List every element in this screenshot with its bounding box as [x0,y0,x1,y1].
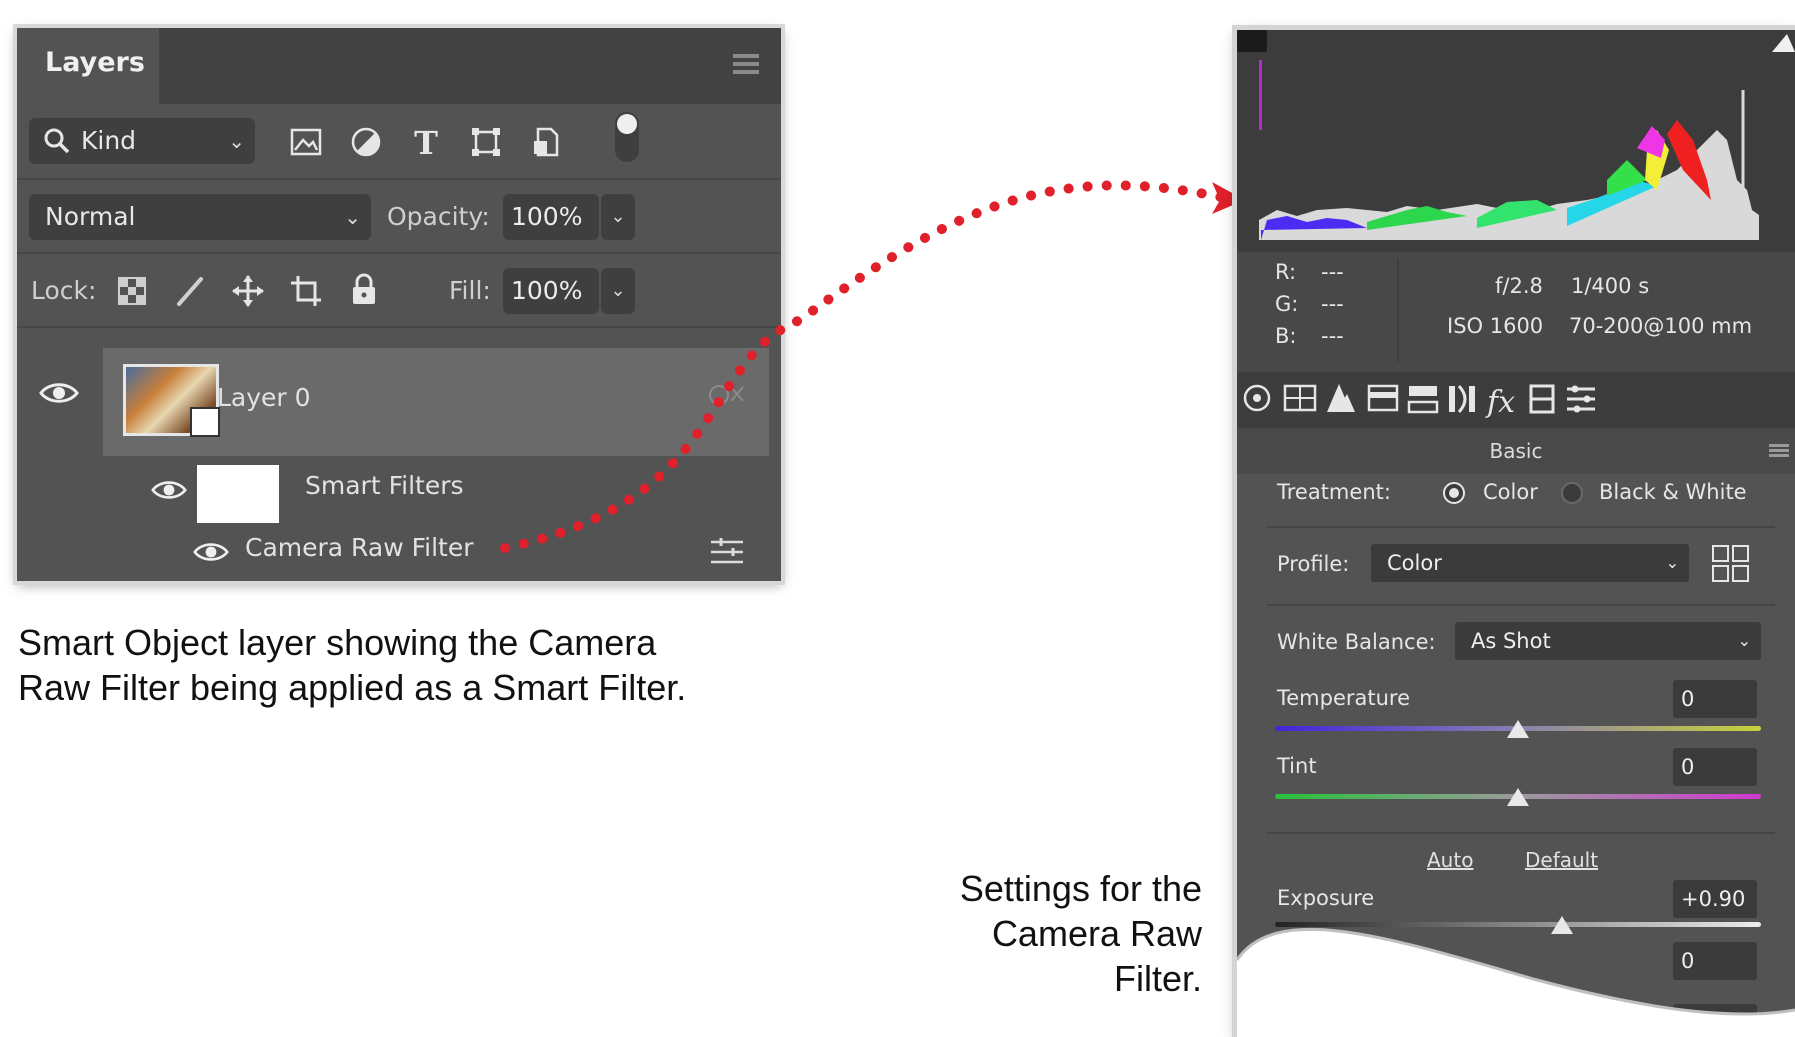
tone-curve-tab-icon[interactable] [1283,384,1317,412]
default-link[interactable]: Default [1525,848,1598,872]
section-title: Basic [1489,439,1543,463]
divider [1267,832,1775,834]
histogram-graph [1237,30,1795,240]
page-curl-overlay [1237,927,1795,1037]
profile-select[interactable]: Color ⌄ [1371,544,1689,582]
camera-raw-panel: R: G: B: --- --- --- f/2.8 1/400 s ISO 1… [1237,30,1795,1037]
g-value: --- [1321,292,1344,316]
white-balance-select[interactable]: As Shot ⌄ [1455,622,1761,660]
iso-value: ISO 1600 [1447,314,1544,338]
histogram [1237,30,1795,252]
temperature-input[interactable]: 0 [1673,680,1757,718]
divider [1267,604,1775,606]
presets-tab-icon[interactable] [1567,385,1595,413]
shutter-value: 1/400 s [1571,274,1650,298]
panel-tab-icons: fx [1243,384,1595,420]
profile-value: Color [1387,551,1442,575]
hsl-tab-icon[interactable] [1367,384,1399,412]
info-area: R: G: B: --- --- --- f/2.8 1/400 s ISO 1… [1237,252,1795,372]
temperature-slider-thumb[interactable] [1507,720,1529,738]
highlight-clipping-icon[interactable] [1772,34,1795,52]
r-value: --- [1321,260,1344,284]
treatment-bw-radio[interactable] [1561,482,1583,504]
aperture-value: f/2.8 [1495,274,1543,298]
treatment-label: Treatment: [1277,480,1391,504]
chevron-down-icon: ⌄ [1737,631,1751,650]
shadow-clipping-icon[interactable] [1237,30,1267,52]
profile-browser-icon[interactable] [1711,544,1751,584]
section-header: Basic [1237,428,1795,474]
tint-slider-thumb[interactable] [1507,788,1529,806]
white-balance-value: As Shot [1471,629,1551,653]
lens-corrections-tab-icon[interactable] [1449,384,1475,414]
detail-tab-icon[interactable] [1327,384,1355,412]
white-balance-label: White Balance: [1277,630,1436,654]
treatment-bw-label[interactable]: Black & White [1599,480,1747,504]
divider [1267,526,1775,528]
b-label: B: [1275,324,1297,348]
calibration-tab-icon[interactable] [1529,384,1555,414]
split-toning-tab-icon[interactable] [1407,386,1439,414]
treatment-color-radio[interactable] [1443,482,1465,504]
effects-tab-icon[interactable]: fx [1485,385,1515,420]
treatment-color-label[interactable]: Color [1483,480,1538,504]
chevron-down-icon: ⌄ [1665,553,1679,572]
panel-tabs: fx [1237,372,1795,428]
tint-label: Tint [1277,754,1317,778]
svg-text:fx: fx [1485,385,1515,420]
basic-tab-icon[interactable] [1243,384,1271,412]
lens-value: 70-200@100 mm [1569,314,1753,338]
b-value: --- [1321,324,1344,348]
g-label: G: [1275,292,1299,316]
temperature-label: Temperature [1277,686,1411,710]
profile-label: Profile: [1277,552,1350,576]
section-menu-icon[interactable] [1769,444,1789,458]
auto-link[interactable]: Auto [1427,848,1473,872]
r-label: R: [1275,260,1297,284]
tint-input[interactable]: 0 [1673,748,1757,786]
